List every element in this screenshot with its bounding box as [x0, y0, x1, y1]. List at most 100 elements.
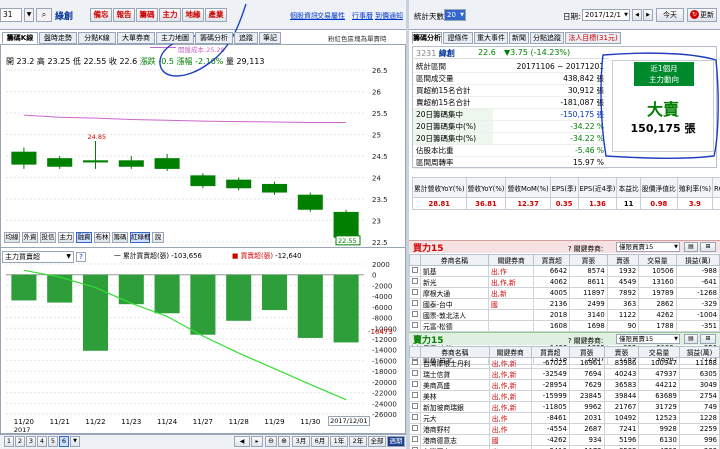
page-next-icon[interactable]: ▼: [70, 436, 80, 447]
left-tab-6[interactable]: 追蹤: [234, 32, 258, 44]
toolbar-link-1[interactable]: 交易屬性: [317, 11, 345, 21]
play-icon[interactable]: ▸: [251, 436, 263, 447]
toolbar-btn-5[interactable]: 產業: [205, 8, 227, 22]
sell-pin-icon[interactable]: ⊞: [700, 334, 716, 344]
sell-filter-select[interactable]: 僅限買賣15 ▼: [616, 334, 680, 344]
sell-checkbox[interactable]: [409, 368, 421, 380]
search-icon[interactable]: ⌕: [36, 8, 52, 22]
left-tab-0[interactable]: 籌碼K線: [2, 32, 38, 44]
checkbox-icon[interactable]: [412, 414, 418, 420]
left-tab-7[interactable]: 筆記: [259, 32, 281, 44]
today-button[interactable]: 今天: [656, 8, 684, 22]
filter-btn-6[interactable]: 籌碼: [112, 232, 128, 243]
sell-checkbox[interactable]: [409, 423, 421, 435]
zoom-4[interactable]: 全部: [368, 436, 386, 447]
left-tab-4[interactable]: 主力地圖: [156, 32, 194, 44]
left-tab-2[interactable]: 分點K線: [78, 32, 116, 44]
toolbar-btn-2[interactable]: 籌碼: [136, 8, 158, 22]
sell-row[interactable]: 美林 出,作,新 -15999 23845 39844 63689 2754: [409, 390, 720, 402]
checkbox-icon[interactable]: [412, 311, 418, 317]
checkbox-icon[interactable]: [412, 381, 418, 387]
date-input[interactable]: 2017/12/1 ▼: [582, 9, 630, 21]
checkbox-icon[interactable]: [412, 359, 418, 365]
filter-btn-3[interactable]: 主力: [58, 232, 74, 243]
sell-row[interactable]: 港商德意志國 -4262 934 5196 6130 996: [409, 434, 720, 446]
buy-row[interactable]: 凱基 出,作 6642 8574 1932 10506 -988: [409, 265, 720, 277]
checkbox-icon[interactable]: [412, 436, 418, 442]
zoom-1[interactable]: 6月: [311, 436, 329, 447]
buy-checkbox[interactable]: [409, 287, 421, 299]
right-tab-0[interactable]: 籌碼分析: [412, 32, 442, 44]
filter-btn-4[interactable]: 融資: [76, 232, 92, 243]
sell-checkbox[interactable]: [409, 357, 421, 369]
stat-days-select[interactable]: 20 ▼: [444, 9, 466, 21]
stock-code-input[interactable]: 31: [0, 8, 22, 22]
sell-row[interactable]: 港商野村 出,作 -4554 2687 7241 9928 2259: [409, 423, 720, 435]
sell-checkbox[interactable]: [409, 401, 421, 413]
checkbox-icon[interactable]: [412, 267, 418, 273]
filter-btn-2[interactable]: 投信: [40, 232, 56, 243]
checkbox-icon[interactable]: [412, 425, 418, 431]
checkbox-icon[interactable]: [412, 392, 418, 398]
toolbar-btn-1[interactable]: 報告: [113, 8, 135, 22]
zoom-active[interactable]: 週期: [387, 436, 405, 447]
buy-row[interactable]: 國泰-台中國 2136 2499 363 2862 -329: [409, 298, 720, 310]
buy-row[interactable]: 摩根大通 出,新 4005 11897 7892 19789 -1268: [409, 287, 720, 299]
filter-btn-5[interactable]: 布林: [94, 232, 110, 243]
sell-row[interactable]: 美商高盛 出,作,新 -28954 7629 36583 44212 3049: [409, 379, 720, 391]
checkbox-icon[interactable]: [412, 300, 418, 306]
page-1[interactable]: 1: [4, 436, 14, 447]
toolbar-btn-0[interactable]: 備忘: [90, 8, 112, 22]
sell-row[interactable]: 元大 出,作 -8461 2031 10492 12523 1228: [409, 412, 720, 424]
left-tab-3[interactable]: 大單券商: [117, 32, 155, 44]
buy-row[interactable]: 元富-松德 1608 1698 90 1788 -351: [409, 320, 720, 332]
sell-row[interactable]: 台灣匯立出-2416117235884760288: [409, 445, 720, 449]
filter-btn-8[interactable]: 說: [152, 232, 164, 243]
sell-row[interactable]: 台灣摩根士丹利 出,作,新 -67025 16961 83986 100947 11188: [409, 357, 720, 369]
sell-checkbox[interactable]: [409, 390, 421, 402]
zoom-in-icon[interactable]: ⊕: [278, 436, 290, 447]
zoom-3[interactable]: 2年: [349, 436, 367, 447]
checkbox-icon[interactable]: [412, 278, 418, 284]
buy-row[interactable]: 國票-敦北法人 2018 3140 1122 4262 -1004: [409, 309, 720, 321]
page-6[interactable]: 6: [59, 436, 69, 447]
toolbar-link-3[interactable]: 到價通知: [375, 11, 403, 21]
buy-filter-select[interactable]: 僅限買賣15 ▼: [616, 242, 680, 252]
zoom-0[interactable]: 3月: [292, 436, 310, 447]
toolbar-link-0[interactable]: 個股資訊: [290, 11, 318, 21]
zoom-out-icon[interactable]: ⊖: [265, 436, 277, 447]
buy-checkbox[interactable]: [409, 276, 421, 288]
buy-pin-icon[interactable]: ⊞: [700, 242, 716, 252]
right-tab-5[interactable]: 法人目標(31元): [565, 32, 621, 44]
scroll-left-icon[interactable]: ◀: [234, 436, 250, 447]
buy-checkbox[interactable]: [409, 320, 421, 332]
toolbar-link-2[interactable]: 行事曆: [352, 11, 373, 21]
page-2[interactable]: 2: [15, 436, 25, 447]
prev-day-icon[interactable]: ◀: [632, 9, 642, 21]
left-tab-1[interactable]: 盤時走勢: [39, 32, 77, 44]
refresh-button[interactable]: ↻ 更新: [687, 8, 717, 22]
page-3[interactable]: 3: [26, 436, 36, 447]
page-4[interactable]: 4: [37, 436, 47, 447]
filter-btn-1[interactable]: 外資: [22, 232, 38, 243]
checkbox-icon[interactable]: [412, 403, 418, 409]
buy-checkbox[interactable]: [409, 309, 421, 321]
page-5[interactable]: 5: [48, 436, 58, 447]
right-tab-2[interactable]: 重大事件: [474, 32, 508, 44]
toolbar-btn-3[interactable]: 主力: [159, 8, 181, 22]
zoom-2[interactable]: 1年: [330, 436, 348, 447]
sell-row[interactable]: 新加坡商瑞銀 出,作,新 -11805 9962 21767 31729 749: [409, 401, 720, 413]
checkbox-icon[interactable]: [412, 289, 418, 295]
buy-menu-icon[interactable]: ▤: [684, 242, 698, 252]
dropdown-icon[interactable]: ▼: [24, 8, 34, 22]
sell-checkbox[interactable]: [409, 445, 421, 449]
buy-row[interactable]: 新光 出,作,新 4062 8611 4549 13160 -641: [409, 276, 720, 288]
sell-checkbox[interactable]: [409, 434, 421, 446]
filter-btn-7[interactable]: 紅綠框: [130, 232, 151, 243]
buy-checkbox[interactable]: [409, 265, 421, 277]
sell-checkbox[interactable]: [409, 412, 421, 424]
sell-menu-icon[interactable]: ▤: [684, 334, 698, 344]
right-tab-4[interactable]: 分點追蹤: [530, 32, 564, 44]
left-tab-5[interactable]: 籌碼分析: [195, 32, 233, 44]
checkbox-icon[interactable]: [412, 370, 418, 376]
